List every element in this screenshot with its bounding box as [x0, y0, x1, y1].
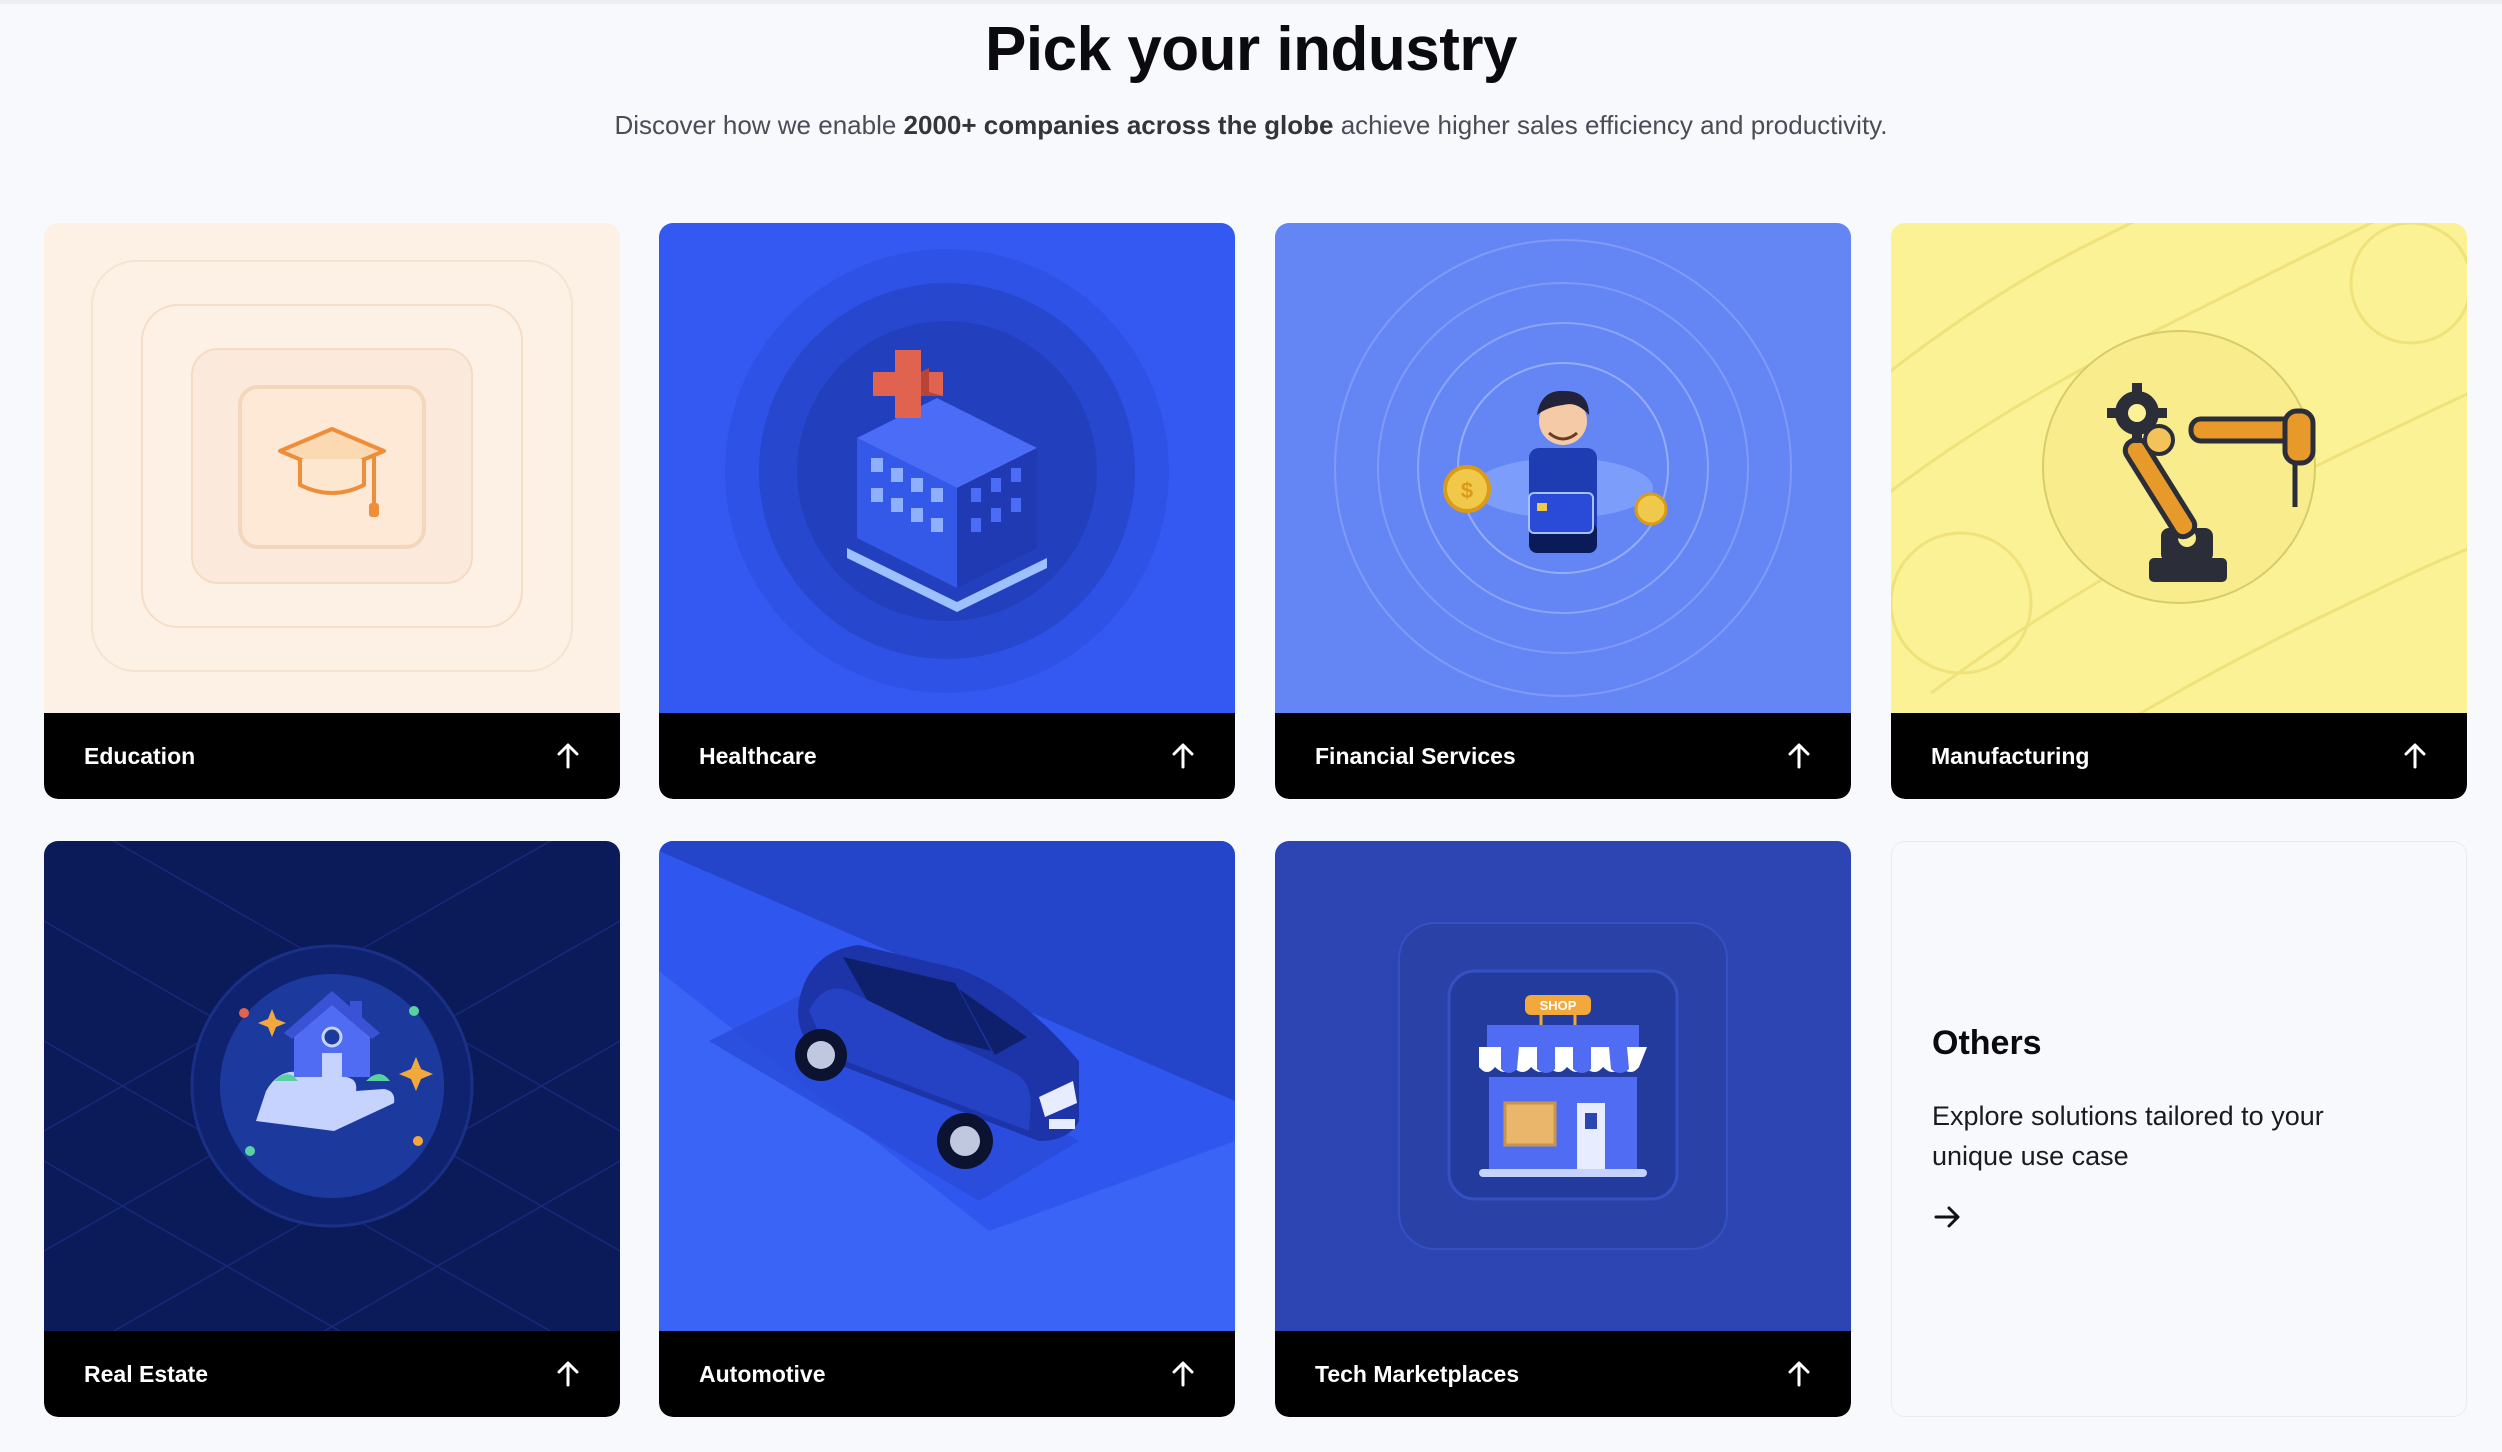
- page-title: Pick your industry: [985, 15, 1517, 84]
- industry-label: Real Estate: [84, 1360, 209, 1387]
- arrow-up-icon: [557, 743, 579, 769]
- arrow-up-icon: [1788, 1361, 1810, 1387]
- house-in-hand-icon: [44, 841, 620, 1331]
- industry-button-tech-marketplaces[interactable]: Tech Marketplaces: [1275, 1331, 1851, 1417]
- industry-label: Automotive: [699, 1360, 826, 1387]
- arrow-up-icon: [1172, 743, 1194, 769]
- industry-card-tech-marketplaces[interactable]: SHOP Tech Marketplaces: [1275, 841, 1851, 1417]
- industry-label: Manufacturing: [1931, 742, 2090, 769]
- industry-card-healthcare[interactable]: Healthcare: [659, 223, 1235, 799]
- industry-label: Tech Marketplaces: [1315, 1360, 1520, 1387]
- subtitle-highlight: 2000+ companies across the globe: [903, 110, 1334, 140]
- industry-button-financial-services[interactable]: Financial Services: [1275, 713, 1851, 799]
- manufacturing-illustration-area: [1891, 223, 2467, 713]
- industry-label: Financial Services: [1315, 742, 1516, 769]
- industry-label: Healthcare: [699, 742, 817, 769]
- tech-marketplaces-illustration-area: SHOP: [1275, 841, 1851, 1331]
- svg-text:$: $: [1461, 478, 1473, 503]
- industry-button-automotive[interactable]: Automotive: [659, 1331, 1235, 1417]
- others-description: Explore solutions tailored to your uniqu…: [1932, 1101, 2324, 1171]
- industry-card-automotive[interactable]: Automotive: [659, 841, 1235, 1417]
- industry-card-financial-services[interactable]: $ Financial Services: [1275, 223, 1851, 799]
- shop-storefront-icon: SHOP: [1398, 922, 1728, 1250]
- industry-card-others[interactable]: Others Explore solutions tailored to you…: [1891, 841, 2467, 1417]
- industry-button-education[interactable]: Education: [44, 713, 620, 799]
- page-subtitle: Discover how we enable 2000+ companies a…: [0, 110, 2502, 141]
- industry-card-real-estate[interactable]: Real Estate: [44, 841, 620, 1417]
- car-icon: [659, 841, 1235, 1331]
- industry-card-education[interactable]: Education: [44, 223, 620, 799]
- industry-label: Education: [84, 742, 196, 769]
- arrow-up-icon: [1788, 743, 1810, 769]
- shop-sign-text: SHOP: [1540, 998, 1577, 1013]
- subtitle-text-start: Discover how we enable: [614, 110, 904, 140]
- arrow-up-icon: [1172, 1361, 1194, 1387]
- industry-button-healthcare[interactable]: Healthcare: [659, 713, 1235, 799]
- hospital-building-icon: [725, 249, 1169, 693]
- robot-arm-icon: [1891, 223, 2467, 713]
- real-estate-illustration-area: [44, 841, 620, 1331]
- industry-card-manufacturing[interactable]: Manufacturing: [1891, 223, 2467, 799]
- education-illustration-area: [44, 223, 620, 713]
- industry-button-manufacturing[interactable]: Manufacturing: [1891, 713, 2467, 799]
- banker-with-coins-icon: $: [1334, 239, 1792, 697]
- arrow-right-icon[interactable]: [1932, 1202, 1962, 1232]
- automotive-illustration-area: [659, 841, 1235, 1331]
- others-title: Others: [1932, 1024, 2042, 1062]
- healthcare-illustration-area: [659, 223, 1235, 713]
- financial-illustration-area: $: [1275, 223, 1851, 713]
- arrow-up-icon: [557, 1361, 579, 1387]
- arrow-up-icon: [2404, 743, 2426, 769]
- top-divider: [0, 0, 2502, 4]
- industry-button-real-estate[interactable]: Real Estate: [44, 1331, 620, 1417]
- graduation-cap-icon: [91, 260, 573, 672]
- subtitle-text-end: achieve higher sales efficiency and prod…: [1333, 110, 1888, 140]
